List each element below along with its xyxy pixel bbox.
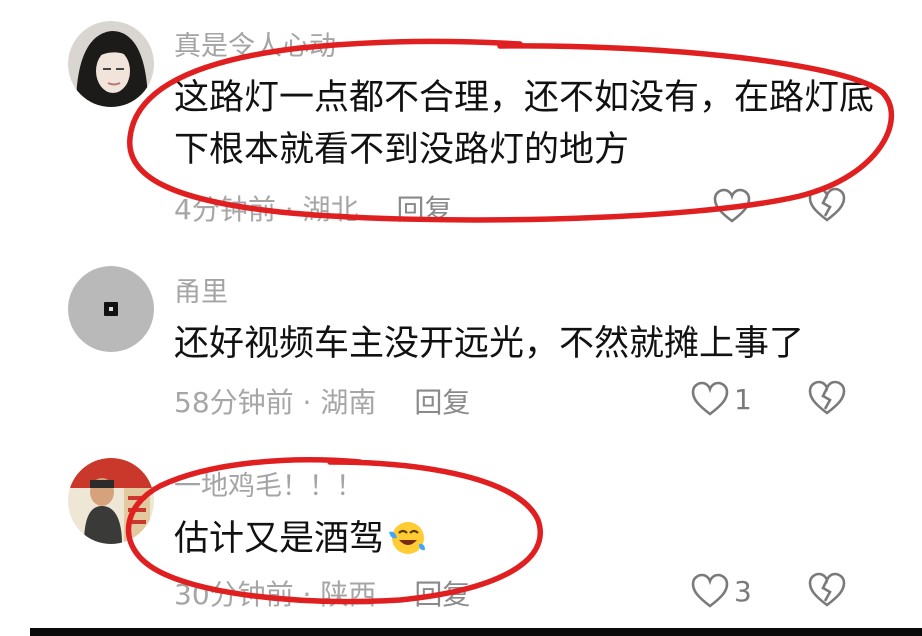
- comment-meta: 58分钟前 · 湖南 回复: [174, 381, 470, 421]
- reply-button[interactable]: 回复: [397, 193, 453, 226]
- comment-item: 真是令人心动 这路灯一点都不合理，还不如没有，在路灯底下根本就看不到没路灯的地方…: [0, 0, 922, 240]
- username[interactable]: 真是令人心动: [174, 24, 336, 63]
- time-location: 58分钟前 · 湖南: [174, 386, 377, 419]
- avatar[interactable]: [68, 21, 154, 107]
- comment-text-body: 估计又是酒驾: [174, 519, 385, 559]
- like-button[interactable]: 1: [690, 379, 752, 419]
- broken-heart-icon: [808, 572, 846, 607]
- username[interactable]: 甬里: [174, 270, 228, 309]
- broken-heart-icon: [808, 380, 846, 415]
- dislike-button[interactable]: [806, 571, 848, 611]
- like-button[interactable]: [712, 186, 756, 226]
- comment-item: 一地鸡毛！！！ 估计又是酒驾 30分钟前 · 陕西 回复 3: [0, 440, 922, 628]
- crying-laughing-emoji-icon: [386, 518, 426, 571]
- like-button[interactable]: 3: [690, 571, 752, 611]
- dislike-button[interactable]: [806, 379, 848, 419]
- heart-outline-icon: [691, 573, 729, 608]
- like-count: 1: [734, 382, 752, 416]
- avatar[interactable]: [68, 458, 154, 544]
- comment-meta: 30分钟前 · 陕西 回复: [174, 573, 470, 613]
- time-location: 30分钟前 · 陕西: [174, 578, 377, 611]
- username[interactable]: 一地鸡毛！！！: [174, 464, 363, 503]
- reply-button[interactable]: 回复: [414, 386, 470, 419]
- heart-outline-icon: [713, 188, 751, 223]
- comment-text: 估计又是酒驾: [174, 513, 874, 571]
- broken-heart-icon: [808, 187, 846, 222]
- reply-button[interactable]: 回复: [414, 578, 470, 611]
- dislike-button[interactable]: [806, 186, 848, 226]
- comment-item: 甬里 还好视频车主没开远光，不然就摊上事了 58分钟前 · 湖南 回复 1: [0, 240, 922, 440]
- comment-text: 还好视频车主没开远光，不然就摊上事了: [174, 324, 805, 364]
- time-location: 4分钟前 · 湖北: [174, 193, 359, 226]
- avatar[interactable]: [68, 266, 154, 352]
- bottom-divider: [30, 628, 922, 636]
- comment-text: 这路灯一点都不合理，还不如没有，在路灯底下根本就看不到没路灯的地方: [174, 78, 875, 170]
- heart-outline-icon: [691, 381, 729, 416]
- like-count: 3: [734, 574, 752, 608]
- comment-meta: 4分钟前 · 湖北 回复: [174, 188, 453, 228]
